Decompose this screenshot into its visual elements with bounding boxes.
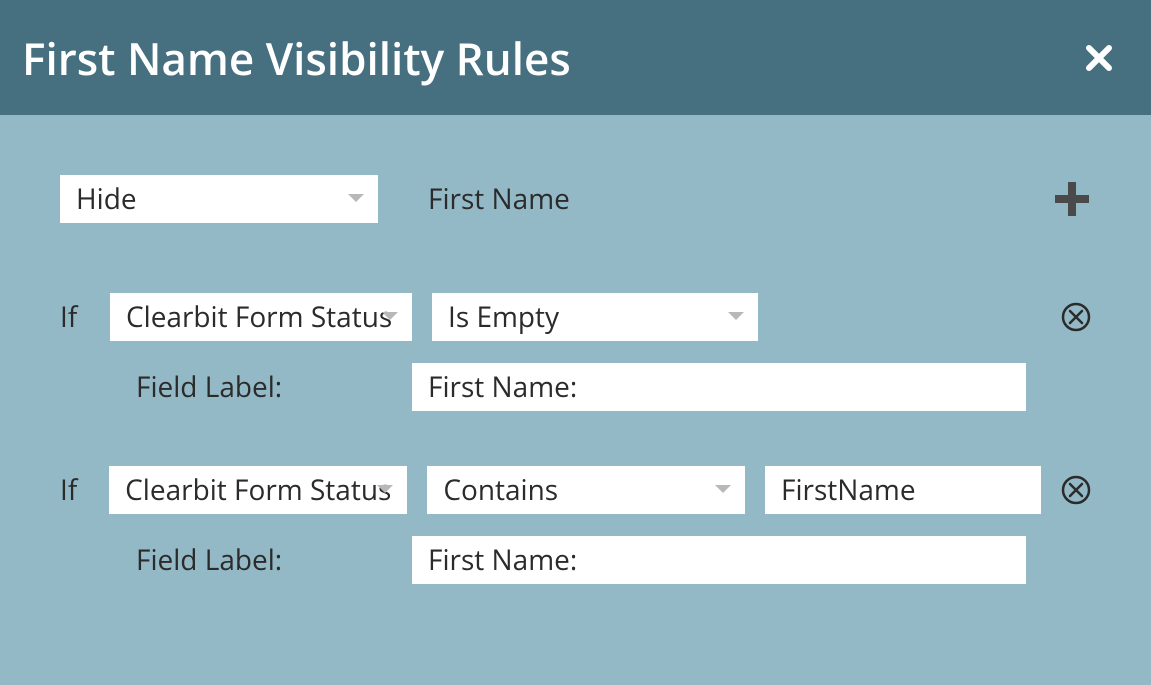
- action-row: Hide First Name: [60, 175, 1091, 223]
- rule-block: If Clearbit Form Status Is Empty: [60, 293, 1091, 411]
- modal-header: First Name Visibility Rules: [0, 0, 1151, 115]
- rule-operator-select[interactable]: Contains: [427, 466, 745, 514]
- action-select[interactable]: Hide: [60, 175, 378, 223]
- chevron-down-icon: [377, 485, 393, 495]
- delete-rule-button[interactable]: [1061, 475, 1091, 505]
- action-select-value: Hide: [76, 180, 362, 218]
- field-label-prompt: Field Label:: [136, 541, 392, 579]
- field-label-prompt: Field Label:: [136, 368, 392, 406]
- field-label-input[interactable]: [412, 363, 1026, 411]
- rule-operator-value: Contains: [443, 471, 729, 509]
- rule-operator-value: Is Empty: [448, 298, 742, 336]
- chevron-down-icon: [715, 485, 731, 495]
- if-label: If: [60, 471, 89, 509]
- close-icon[interactable]: [1081, 40, 1117, 76]
- modal-body: Hide First Name If Clearbit Form Status: [0, 115, 1151, 679]
- rule-condition-row: If Clearbit Form Status Contains: [60, 466, 1091, 514]
- rule-operator-select[interactable]: Is Empty: [432, 293, 758, 341]
- field-label-input[interactable]: [412, 536, 1026, 584]
- target-field-name: First Name: [428, 180, 570, 218]
- chevron-down-icon: [348, 194, 364, 204]
- if-label: If: [60, 298, 90, 336]
- rule-field-value: Clearbit Form Status: [125, 471, 391, 509]
- rule-field-select[interactable]: Clearbit Form Status: [109, 466, 407, 514]
- chevron-down-icon: [382, 312, 398, 322]
- rule-condition-row: If Clearbit Form Status Is Empty: [60, 293, 1091, 341]
- modal-title: First Name Visibility Rules: [22, 28, 571, 88]
- delete-rule-button[interactable]: [1061, 302, 1091, 332]
- chevron-down-icon: [728, 312, 744, 322]
- add-rule-button[interactable]: [1053, 180, 1091, 218]
- rule-field-value: Clearbit Form Status: [126, 298, 396, 336]
- rule-label-row: Field Label:: [60, 536, 1091, 584]
- rule-label-row: Field Label:: [60, 363, 1091, 411]
- rule-block: If Clearbit Form Status Contains: [60, 466, 1091, 584]
- rule-field-select[interactable]: Clearbit Form Status: [110, 293, 412, 341]
- rule-value-input[interactable]: [765, 466, 1041, 514]
